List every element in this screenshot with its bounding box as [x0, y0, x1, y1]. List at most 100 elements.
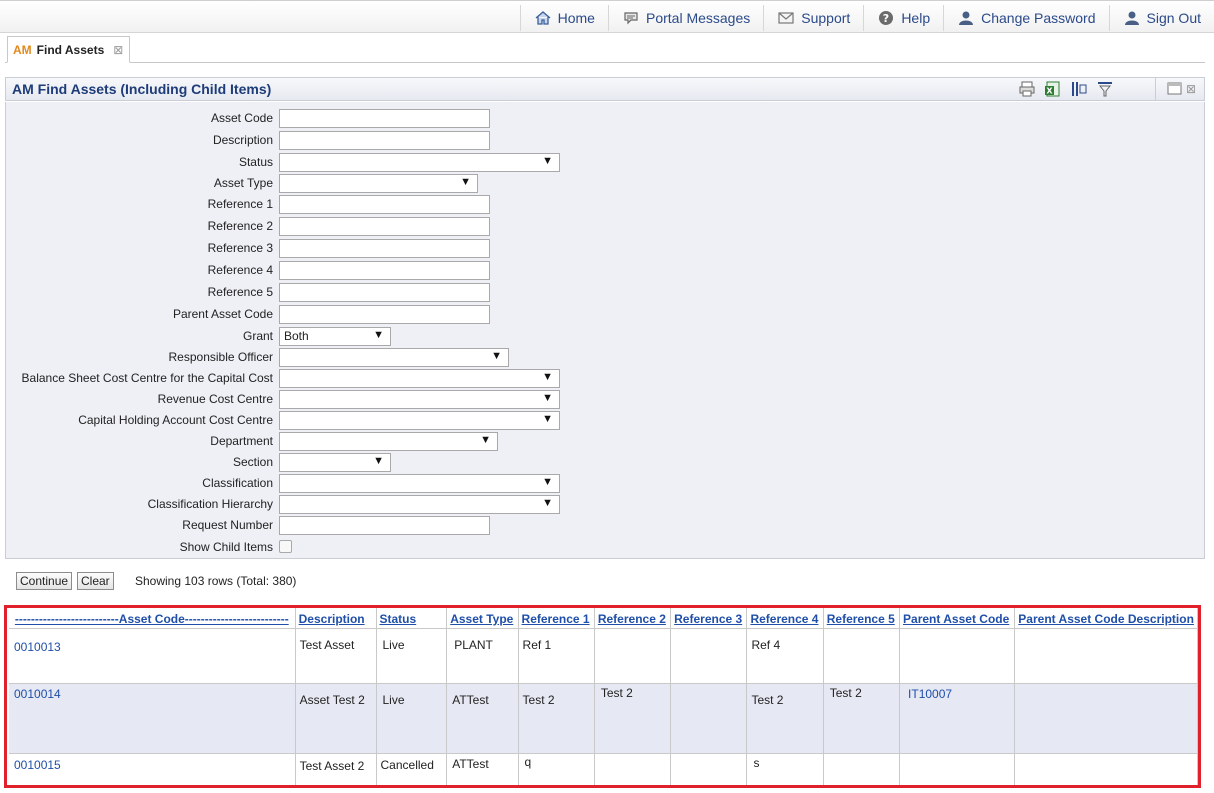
status-select[interactable]: ▼ — [279, 153, 560, 172]
asset-code-link[interactable]: 0010013 — [9, 628, 296, 684]
results-header-row: --------------------------Asset Code----… — [9, 608, 1198, 629]
table-cell — [670, 753, 748, 785]
nav-home[interactable]: Home — [519, 5, 608, 31]
parent-asset-code-link[interactable] — [899, 753, 1016, 785]
table-cell: ATTest — [446, 753, 519, 785]
col-header-reference3[interactable]: Reference 3 — [670, 608, 748, 629]
columns-icon[interactable] — [1070, 80, 1088, 98]
close-icon[interactable]: ⊠ — [1186, 82, 1196, 96]
status-label: Status — [238, 155, 273, 169]
row-status: Status ▼ — [6, 153, 706, 173]
top-bar: Home Portal Messages Support ? Help Chan… — [0, 0, 1214, 33]
reference2-input[interactable] — [279, 217, 490, 236]
row-reference4: Reference 4 — [6, 261, 706, 281]
nav-home-label: Home — [557, 10, 595, 26]
section-select[interactable]: ▼ — [279, 453, 391, 472]
responsible-officer-label: Responsible Officer — [168, 350, 274, 364]
home-icon — [535, 11, 551, 25]
table-row: 0010015 Test Asset 2 Cancelled ATTest q … — [9, 753, 1198, 785]
balance-sheet-cc-select[interactable]: ▼ — [279, 369, 560, 388]
responsible-officer-select[interactable]: ▼ — [279, 348, 509, 367]
nav-sign-out[interactable]: Sign Out — [1108, 5, 1214, 31]
classification-select[interactable]: ▼ — [279, 474, 560, 493]
col-header-parent-asset-code[interactable]: Parent Asset Code — [899, 608, 1016, 629]
asset-code-link[interactable]: 0010015 — [9, 753, 296, 785]
asset-code-label: Asset Code — [210, 111, 273, 125]
continue-button[interactable]: Continue — [16, 572, 73, 590]
reference4-input[interactable] — [279, 261, 490, 280]
revenue-cc-select[interactable]: ▼ — [279, 390, 560, 409]
department-select[interactable]: ▼ — [279, 432, 498, 451]
table-cell: Test 2 — [746, 683, 824, 754]
nav-support[interactable]: Support — [763, 5, 863, 31]
request-number-input[interactable] — [279, 516, 490, 535]
table-cell: s — [746, 753, 824, 785]
parent-asset-code-link[interactable]: IT10007 — [899, 683, 1016, 754]
description-label: Description — [212, 133, 273, 147]
col-header-parent-asset-code-description[interactable]: Parent Asset Code Description — [1014, 608, 1198, 629]
col-header-reference4[interactable]: Reference 4 — [746, 608, 824, 629]
dropdown-arrow-icon: ▼ — [542, 413, 553, 425]
reference1-input[interactable] — [279, 195, 490, 214]
asset-code-link[interactable]: 0010014 — [9, 683, 296, 754]
table-cell: Test 2 — [823, 683, 901, 754]
table-cell — [670, 628, 748, 684]
col-header-asset-type[interactable]: Asset Type — [446, 608, 519, 629]
nav-portal-messages-label: Portal Messages — [645, 10, 751, 26]
nav-help[interactable]: ? Help — [863, 5, 943, 31]
parent-asset-code-link[interactable] — [899, 628, 1016, 684]
dropdown-arrow-icon: ▼ — [491, 350, 502, 362]
col-header-reference2[interactable]: Reference 2 — [594, 608, 672, 629]
dropdown-arrow-icon: ▼ — [542, 371, 553, 383]
row-grant: Grant Both ▼ — [6, 327, 706, 347]
window-icon[interactable] — [1166, 80, 1184, 98]
col-header-description[interactable]: Description — [295, 608, 377, 629]
row-description: Description — [6, 131, 706, 151]
row-revenue-cc: Revenue Cost Centre ▼ — [6, 390, 706, 410]
show-child-items-label: Show Child Items — [179, 540, 273, 554]
table-cell — [1014, 628, 1198, 684]
svg-text:X: X — [1046, 87, 1053, 96]
panel-toolbar: X — [1018, 80, 1114, 98]
row-asset-type: Asset Type ▼ — [6, 174, 706, 194]
filter-icon[interactable] — [1096, 80, 1114, 98]
excel-icon[interactable]: X — [1044, 80, 1062, 98]
nav-sign-out-label: Sign Out — [1146, 10, 1201, 26]
grant-select-value: Both — [284, 329, 309, 343]
svg-text:?: ? — [883, 12, 889, 25]
parent-asset-code-input[interactable] — [279, 305, 490, 324]
printer-icon[interactable] — [1018, 80, 1036, 98]
table-cell — [823, 753, 901, 785]
table-cell: Test Asset — [295, 628, 377, 684]
table-cell: Test 2 — [518, 683, 595, 754]
classification-label: Classification — [202, 476, 273, 490]
col-header-reference5[interactable]: Reference 5 — [823, 608, 901, 629]
page-title: AM Find Assets (Including Child Items) — [12, 81, 272, 97]
speech-bubble-icon — [624, 12, 638, 25]
classification-hierarchy-select[interactable]: ▼ — [279, 495, 560, 514]
nav-portal-messages[interactable]: Portal Messages — [607, 5, 763, 31]
tab-find-assets[interactable]: AM Find Assets ⊠ — [7, 36, 131, 63]
asset-type-select[interactable]: ▼ — [279, 174, 478, 193]
search-form: Asset Code Description Status ▼ Asset Ty… — [5, 102, 1205, 559]
clear-button[interactable]: Clear — [77, 572, 114, 590]
show-child-items-checkbox[interactable] — [279, 540, 292, 553]
grant-select[interactable]: Both ▼ — [279, 327, 391, 346]
row-section: Section ▼ — [6, 453, 706, 473]
col-header-status[interactable]: Status — [376, 608, 448, 629]
description-input[interactable] — [279, 131, 490, 150]
table-row: 0010013 Test Asset Live PLANT Ref 1 Ref … — [9, 628, 1198, 684]
capital-holding-cc-select[interactable]: ▼ — [279, 411, 560, 430]
table-cell: Test Asset 2 — [295, 753, 377, 785]
col-header-asset-code[interactable]: --------------------------Asset Code----… — [9, 608, 296, 629]
table-cell: Live — [376, 628, 448, 684]
reference5-input[interactable] — [279, 283, 490, 302]
reference3-input[interactable] — [279, 239, 490, 258]
table-cell: Ref 1 — [518, 628, 595, 684]
asset-code-input[interactable] — [279, 109, 490, 128]
nav-change-password[interactable]: Change Password — [943, 5, 1108, 31]
close-icon[interactable]: ⊠ — [113, 43, 123, 57]
dropdown-arrow-icon: ▼ — [460, 176, 471, 188]
col-header-reference1[interactable]: Reference 1 — [518, 608, 595, 629]
parent-asset-code-label: Parent Asset Code — [172, 307, 273, 321]
